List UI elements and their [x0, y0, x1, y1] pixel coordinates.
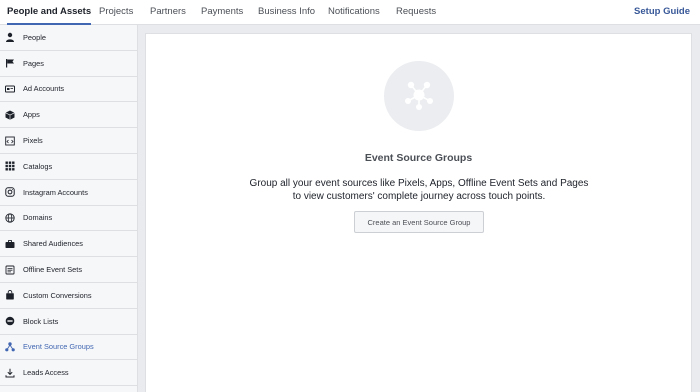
sidebar-item-label: Catalogs — [23, 161, 53, 171]
create-event-source-group-button[interactable]: Create an Event Source Group — [354, 211, 484, 233]
sidebar-item-label: People — [23, 32, 47, 42]
offline-events-icon — [5, 265, 15, 275]
sidebar-item-event-source-groups[interactable]: Event Source Groups — [0, 335, 137, 361]
tab-payments[interactable]: Payments — [201, 0, 243, 25]
sidebar-item-label: Leads Access — [23, 368, 69, 378]
ad-accounts-icon — [5, 84, 15, 94]
empty-state-title: Event Source Groups — [364, 152, 473, 164]
sidebar-item-ad-accounts[interactable]: Ad Accounts — [0, 77, 137, 103]
sidebar-item-label: Custom Conversions — [23, 290, 92, 300]
tab-people-and-assets[interactable]: People and Assets — [7, 0, 92, 25]
sidebar-item-offline-event-sets[interactable]: Offline Event Sets — [0, 257, 137, 283]
sidebar-item-apps[interactable]: Apps — [0, 102, 137, 129]
sidebar-item-leads-access[interactable]: Leads Access — [0, 360, 137, 387]
sidebar-item-shared-audiences[interactable]: Shared Audiences — [0, 231, 137, 258]
empty-state-description: Group all your event sources like Pixels… — [249, 178, 589, 202]
sidebar-item-people[interactable]: People — [0, 25, 137, 51]
empty-state-illustration — [384, 61, 454, 131]
sidebar-item-label: Shared Audiences — [23, 239, 83, 249]
download-icon — [5, 368, 15, 378]
event-source-groups-icon — [405, 81, 433, 110]
pixel-code-icon — [5, 136, 15, 146]
sidebar-item-catalogs[interactable]: Catalogs — [0, 154, 137, 180]
setup-guide-link[interactable]: Setup Guide — [634, 0, 690, 25]
sidebar-item-label: Pixels — [23, 136, 43, 146]
tab-business-info[interactable]: Business Info — [258, 0, 315, 25]
sidebar-item-label: Domains — [23, 213, 53, 223]
flag-icon — [5, 58, 15, 68]
sidebar-item-label: Instagram Accounts — [23, 187, 88, 197]
instagram-icon — [5, 187, 15, 197]
sidebar-item-label: Block Lists — [23, 316, 59, 326]
bag-icon — [5, 290, 15, 300]
sidebar-item-domains[interactable]: Domains — [0, 206, 137, 232]
tab-projects[interactable]: Projects — [99, 0, 133, 25]
sidebar-item-label: Ad Accounts — [23, 84, 65, 94]
main-panel: Event Source Groups Group all your event… — [145, 33, 692, 392]
briefcase-icon — [5, 239, 15, 249]
sidebar-item-block-lists[interactable]: Block Lists — [0, 309, 137, 335]
cube-icon — [5, 110, 15, 120]
sidebar-item-label: Apps — [23, 110, 40, 120]
tab-requests[interactable]: Requests — [396, 0, 436, 25]
sidebar-item-pages[interactable]: Pages — [0, 51, 137, 77]
sidebar: People Pages Ad Accounts Apps Pixels Cat… — [0, 25, 138, 392]
sidebar-item-instagram-accounts[interactable]: Instagram Accounts — [0, 180, 137, 206]
globe-icon — [5, 213, 15, 223]
sidebar-item-label: Pages — [23, 58, 44, 68]
sidebar-item-label: Offline Event Sets — [23, 265, 83, 275]
tab-partners[interactable]: Partners — [150, 0, 186, 25]
sidebar-item-custom-conversions[interactable]: Custom Conversions — [0, 283, 137, 309]
grid-icon — [5, 161, 15, 171]
tab-notifications[interactable]: Notifications — [328, 0, 380, 25]
top-navigation: People and Assets Projects Partners Paym… — [0, 0, 700, 25]
sidebar-item-label: Event Source Groups — [23, 342, 94, 352]
block-icon — [5, 316, 15, 326]
person-icon — [5, 32, 15, 43]
event-source-groups-icon — [5, 342, 15, 352]
sidebar-item-pixels[interactable]: Pixels — [0, 128, 137, 154]
